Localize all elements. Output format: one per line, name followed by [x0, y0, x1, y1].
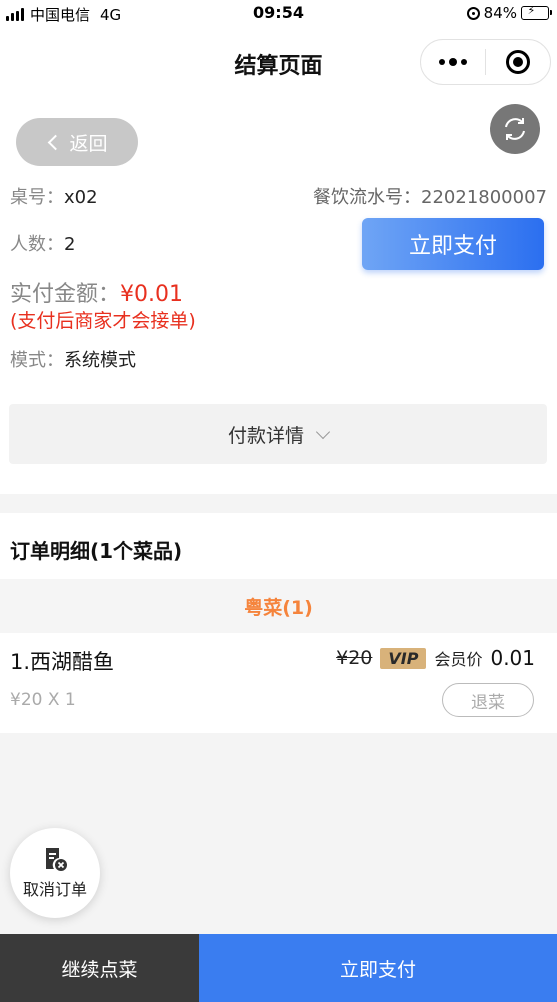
people-count-value: 2 [64, 234, 76, 255]
payment-detail-label: 付款详情 [227, 424, 304, 447]
close-miniprogram-icon[interactable] [486, 40, 550, 84]
back-label: 返回 [69, 132, 108, 155]
cancel-order-button[interactable]: 取消订单 [10, 828, 100, 918]
member-price-label: 会员价 [434, 650, 483, 669]
return-dish-button[interactable]: 退菜 [442, 683, 534, 717]
status-right: 84% [466, 4, 552, 22]
payment-detail-toggle[interactable]: 付款详情 [9, 404, 547, 464]
back-button[interactable]: 返回 [16, 118, 138, 166]
refresh-icon [505, 118, 525, 140]
table-number-label: 桌号： [10, 187, 64, 208]
chevron-down-icon [315, 424, 331, 439]
cancel-order-icon [46, 848, 67, 871]
dish-quantity: ¥20 X 1 [10, 690, 76, 710]
status-bar: 中国电信 4G 09:54 84% [0, 0, 557, 28]
original-price: ¥20 [336, 647, 373, 669]
serial-number: 餐饮流水号：22021800007 [313, 183, 547, 209]
battery-charging-icon [521, 6, 552, 20]
vip-badge: VIP [380, 647, 427, 669]
order-mode: 模式：系统模式 [10, 346, 136, 372]
paid-amount-label: 实付金额： [10, 282, 121, 307]
people-count: 人数：2 [10, 230, 75, 256]
continue-ordering-button[interactable]: 继续点菜 [0, 934, 199, 1002]
serial-number-value: 22021800007 [421, 187, 547, 208]
people-count-label: 人数： [10, 234, 64, 255]
refresh-button[interactable] [490, 104, 540, 154]
pay-now-button-bottom[interactable]: 立即支付 [199, 934, 557, 1002]
serial-number-label: 餐饮流水号： [313, 187, 422, 208]
cancel-order-label: 取消订单 [22, 880, 87, 899]
bottom-action-bar: 继续点菜 立即支付 [0, 934, 557, 1002]
orientation-lock-icon [466, 6, 480, 20]
member-price-value: 0.01 [490, 646, 535, 670]
chevron-left-icon [48, 134, 64, 150]
table-number: 桌号：x02 [10, 183, 98, 209]
order-info-section: 返回 桌号：x02 餐饮流水号：22021800007 人数：2 立即支付 实付… [0, 96, 557, 494]
order-mode-label: 模式： [10, 350, 64, 371]
nav-bar: 结算页面 [0, 28, 557, 96]
order-mode-value: 系统模式 [64, 350, 136, 371]
paid-amount: 实付金额：¥0.01 [10, 276, 183, 308]
merchant-accept-notice: (支付后商家才会接单) [10, 310, 196, 332]
more-icon[interactable] [421, 40, 485, 84]
order-details-heading: 订单明细(1个菜品) [10, 539, 183, 563]
pay-now-button-top[interactable]: 立即支付 [362, 218, 544, 270]
dish-name: 1.西湖醋鱼 [10, 650, 115, 674]
miniprogram-capsule [420, 39, 551, 85]
table-number-value: x02 [64, 187, 98, 208]
order-details-section: 订单明细(1个菜品) 粤菜(1) 1.西湖醋鱼 ¥20 X 1 ¥20 VIP … [0, 513, 557, 733]
category-header: 粤菜(1) [0, 579, 557, 633]
battery-percent: 84% [483, 4, 517, 22]
dish-price-row: ¥20 VIP 会员价 0.01 [336, 646, 535, 670]
paid-amount-value: ¥0.01 [120, 282, 183, 307]
